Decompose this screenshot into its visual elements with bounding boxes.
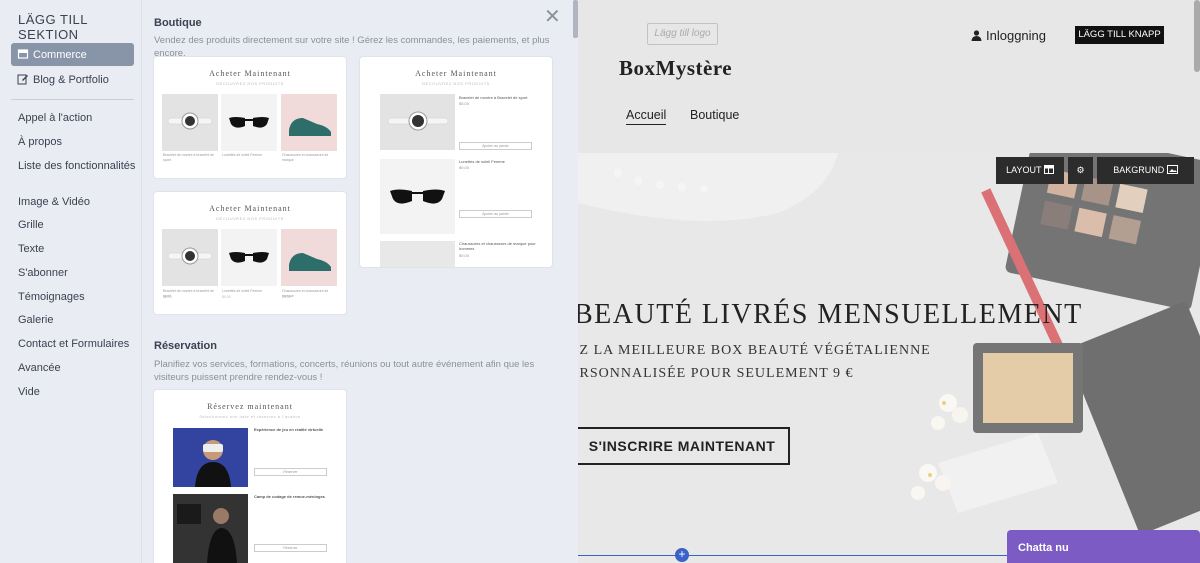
sidebar-item-features[interactable]: Liste des fonctionnalités [18,160,138,172]
sidebar-item-label: Blog & Portfolio [33,73,109,86]
reservation-heading: Réservation [154,340,217,352]
boutique-heading: Boutique [154,17,202,29]
template-card-shop-list[interactable]: Acheter Maintenant DÉCOUVREZ NOS PRODUIT… [360,57,552,267]
template-card-booking[interactable]: Réservez maintenant Sélectionnez une dat… [154,390,346,563]
sidebar-divider [11,99,134,100]
hero-subline-2[interactable]: ERSONNALISÉE POUR SEULEMENT 9 € [578,366,854,382]
product-price: $9,00 [459,253,470,258]
add-section-sidebar: LÄGG TILL SEKTION Commerce Blog & Portfo… [0,0,142,563]
book-button[interactable]: Réserver [254,544,327,552]
gear-icon: ⚙ [1076,165,1085,175]
booking-item-title: Camp de codage de remue-méninges [254,494,325,499]
template-card-shop-grid[interactable]: Acheter Maintenant DÉCOUVREZ NOS PRODUIT… [154,57,346,178]
site-brand[interactable]: BoxMystère [619,56,732,81]
hero-headline[interactable]: BEAUTÉ LIVRÉS MENSUELLEMENT [578,299,1083,331]
layout-icon [1043,165,1054,174]
product-thumb-watch [162,94,218,151]
section-gallery: ✕ Boutique Vendez des produits directeme… [142,0,578,563]
section-divider-line [578,555,1008,556]
booking-item-title: Expérience de jeu en réalité virtuelle [254,427,324,432]
template-subtitle: DÉCOUVREZ NOS PRODUITS [216,81,284,86]
sidebar-item-label: Commerce [33,48,87,61]
product-caption: Bracelet de montre à bracelet de sport [163,153,214,162]
menu-item-shop[interactable]: Boutique [690,108,739,122]
product-price: $5,00 [459,101,470,106]
image-icon [1166,165,1178,174]
add-to-cart-button[interactable]: Ajouter au panier [459,210,532,218]
product-thumb-sunglasses [221,229,277,286]
sidebar-item-empty[interactable]: Vide [18,386,138,398]
product-thumb-sunglasses [221,94,277,151]
hero-section: BEAUTÉ LIVRÉS MENSUELLEMENT EZ LA MEILLE… [578,153,1200,563]
signup-cta-button[interactable]: S'INSCRIRE MAINTENANT [578,427,790,465]
product-title: Bracelet de montre à Bracelet de sport [459,95,528,100]
sidebar-item-subscribe[interactable]: S'abonner [18,267,138,279]
template-title: Acheter Maintenant [209,204,291,213]
product-thumb-watch [380,94,455,150]
product-thumb-shoe [281,229,337,286]
sidebar-item-call-to-action[interactable]: Appel à l'action [18,112,138,124]
site-preview: Lägg till logo BoxMystère Inloggning LÄG… [578,0,1200,563]
product-title: Chaussures et chausseurs de marque pour … [459,241,536,251]
reservation-description: Planifiez vos services, formations, conc… [154,359,535,383]
book-button[interactable]: Réserver [254,468,327,476]
site-header: Lägg till logo BoxMystère Inloggning LÄG… [578,0,1200,153]
product-thumb-shoe [281,94,337,151]
login-link[interactable]: Inloggning [971,28,1046,43]
background-label: BAKGRUND [1113,165,1165,175]
layout-button[interactable]: LAYOUT [996,157,1064,184]
product-price: $9,00 [459,165,470,170]
booking-title: Réservez maintenant [207,402,293,411]
booking-thumb-vr [173,428,248,487]
logo-placeholder[interactable]: Lägg till logo [647,23,718,45]
product-thumb-watch [162,229,218,286]
template-subtitle: DÉCOUVREZ NOS PRODUITS [216,216,284,221]
add-button[interactable]: LÄGG TILL KNAPP [1075,26,1164,44]
template-card-shop-grid-2[interactable]: Acheter Maintenant DÉCOUVREZ NOS PRODUIT… [154,192,346,314]
hero-subline-1[interactable]: EZ LA MEILLEURE BOX BEAUTÉ VÉGÉTALIENNE [578,343,931,359]
sidebar-item-text[interactable]: Texte [18,243,138,255]
booking-subtitle: Sélectionnez une date et réservez à l'av… [199,414,301,419]
layout-label: LAYOUT [1006,165,1042,175]
sidebar-item-advanced[interactable]: Avancée [18,362,138,374]
product-thumb-sunglasses [380,159,455,234]
sidebar-item-commerce[interactable]: Commerce [11,43,134,66]
user-icon [971,30,982,41]
sidebar-item-grid[interactable]: Grille [18,219,138,231]
store-icon [17,49,29,59]
sidebar-title: LÄGG TILL SEKTION [18,12,88,42]
sidebar-item-gallery[interactable]: Galerie [18,314,138,326]
editor-root: LÄGG TILL SEKTION Commerce Blog & Portfo… [0,0,1200,563]
product-caption: Chaussures et chausseurs de marque [282,153,329,162]
product-price: $9,00 [282,295,291,299]
product-price: $9,00 [222,295,231,299]
sidebar-item-testimonials[interactable]: Témoignages [18,291,138,303]
login-label: Inloggning [986,28,1046,43]
product-thumb-shoe [380,241,455,267]
add-section-plus-icon[interactable]: + [675,548,689,562]
menu-item-home[interactable]: Accueil [626,108,667,125]
preview-scrollbar[interactable] [1194,0,1200,72]
sidebar-item-about[interactable]: À propos [18,136,138,148]
close-icon[interactable]: ✕ [544,7,561,27]
template-subtitle: DÉCOUVREZ NOS PRODUITS [422,81,490,86]
chat-widget[interactable]: Chatta nu [1007,530,1200,563]
booking-thumb-coding [173,494,248,563]
settings-button[interactable]: ⚙ [1068,157,1093,184]
edit-icon [17,74,28,85]
sidebar-item-contact-forms[interactable]: Contact et Formulaires [18,338,138,350]
product-price: $5,00 [163,295,172,299]
background-button[interactable]: BAKGRUND [1097,157,1194,184]
sidebar-item-blog-portfolio[interactable]: Blog & Portfolio [11,68,134,91]
product-caption: Lunettes de soleil Femme [222,153,263,157]
product-title: Lunettes de soleil Femme [459,159,505,164]
product-caption: Lunettes de soleil Femme [222,289,263,293]
template-title: Acheter Maintenant [415,69,497,78]
template-title: Acheter Maintenant [209,69,291,78]
add-to-cart-button[interactable]: Ajouter au panier [459,142,532,150]
sidebar-item-image-video[interactable]: Image & Vidéo [18,196,138,208]
